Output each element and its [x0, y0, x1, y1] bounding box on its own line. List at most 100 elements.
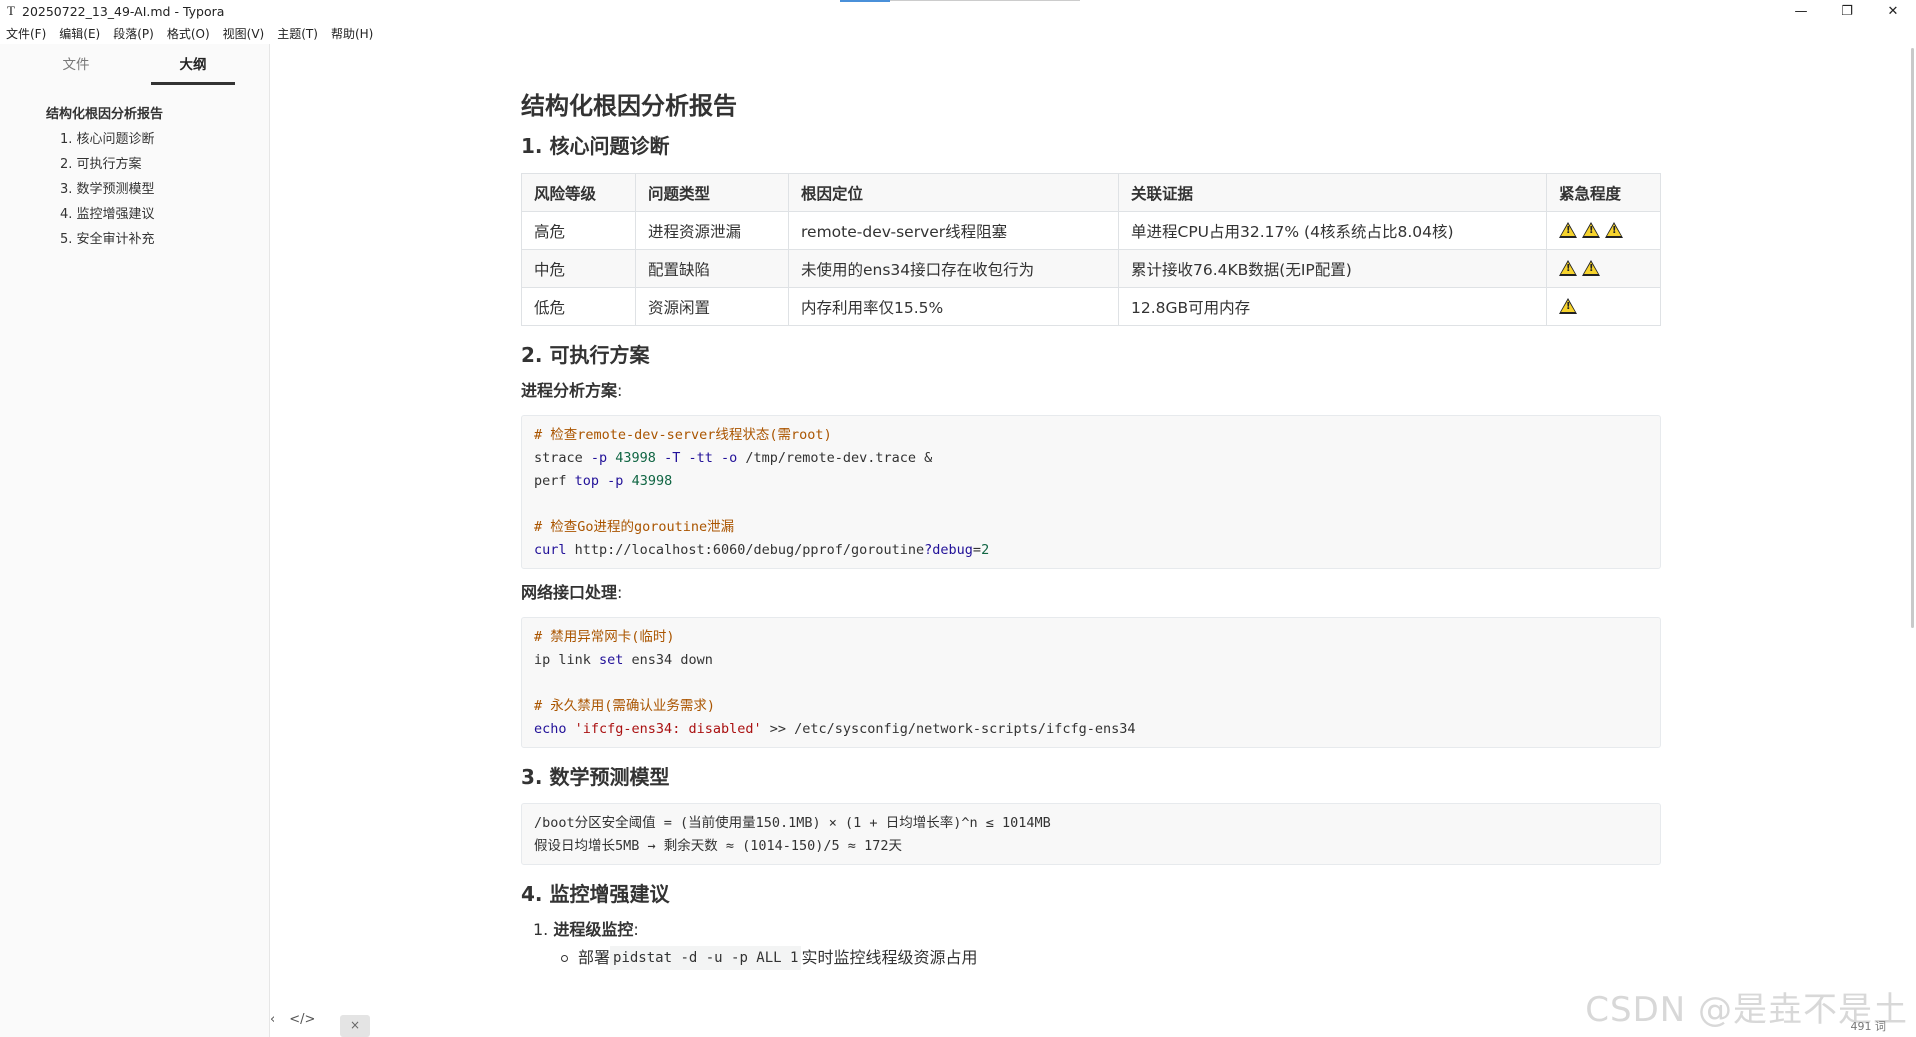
- list-text: 实时监控线程级资源占用: [801, 948, 978, 967]
- table-row: 低危 资源闲置 内存利用率仅15.5% 12.8GB可用内存: [521, 287, 1661, 326]
- typora-app-icon: T: [7, 3, 15, 18]
- warning-icon: [1605, 221, 1623, 238]
- menu-format[interactable]: 格式(O): [167, 25, 210, 42]
- menu-help[interactable]: 帮助(H): [331, 25, 373, 42]
- title-accent-line: [890, 0, 1080, 1]
- code-flag: -T -tt -o: [664, 450, 738, 466]
- close-button[interactable]: ✕: [1870, 0, 1916, 22]
- sidebar-tabs: 文件 大纲: [0, 54, 270, 88]
- source-code-icon[interactable]: </>: [289, 1012, 315, 1027]
- active-tab-indicator: [151, 82, 235, 85]
- table-cell: remote-dev-server线程阻塞: [788, 211, 1119, 250]
- menu-view[interactable]: 视图(V): [223, 25, 265, 42]
- sidebar-close-button[interactable]: ×: [340, 1015, 370, 1037]
- th-urgency: 紧急程度: [1546, 173, 1661, 212]
- table-cell: 中危: [521, 249, 636, 288]
- table-cell: 配置缺陷: [635, 249, 789, 288]
- colon: :: [617, 381, 623, 400]
- code-text: strace: [534, 450, 591, 466]
- maximize-button[interactable]: ❐: [1824, 0, 1870, 22]
- warning-icon: [1582, 259, 1600, 276]
- table-cell: 12.8GB可用内存: [1118, 287, 1547, 326]
- code-text: >> /etc/sysconfig/network-scripts/ifcfg-…: [761, 721, 1136, 737]
- code-comment: # 检查Go进程的goroutine泄漏: [534, 519, 735, 535]
- table-cell: 资源闲置: [635, 287, 789, 326]
- heading-monitor: 4. 监控增强建议: [521, 882, 670, 906]
- proc-plan-label: 进程分析方案: [521, 381, 618, 400]
- outline-item-monitor[interactable]: 4. 监控增强建议: [0, 202, 270, 227]
- proc-plan-paragraph: 进程分析方案:: [521, 379, 1661, 403]
- code-block-process[interactable]: # 检查remote-dev-server线程状态(需root) strace …: [521, 415, 1661, 569]
- word-count[interactable]: 491 词: [1851, 1018, 1887, 1034]
- outline-list: 结构化根因分析报告 1. 核心问题诊断 2. 可执行方案 3. 数学预测模型 4…: [0, 102, 270, 252]
- title-bar: T 20250722_13_49-AI.md - Typora: [0, 0, 1916, 22]
- outline-item-plan[interactable]: 2. 可执行方案: [0, 152, 270, 177]
- table-cell: 高危: [521, 211, 636, 250]
- scrollbar-thumb[interactable]: [1911, 48, 1914, 628]
- math-block[interactable]: /boot分区安全阈值 = (当前使用量150.1MB) × (1 + 日均增长…: [521, 803, 1661, 865]
- warning-icon: [1582, 221, 1600, 238]
- code-string: 'ifcfg-ens34: disabled': [574, 721, 762, 737]
- table-cell: 内存利用率仅15.5%: [788, 287, 1119, 326]
- menu-paragraph[interactable]: 段落(P): [113, 25, 154, 42]
- table-cell: 累计接收76.4KB数据(无IP配置): [1118, 249, 1547, 288]
- list-text: 部署: [578, 948, 611, 967]
- table-row: 高危 进程资源泄漏 remote-dev-server线程阻塞 单进程CPU占用…: [521, 211, 1661, 250]
- code-number: 43998: [623, 473, 673, 489]
- code-text: http://localhost:6060/debug/pprof/gorout…: [566, 542, 925, 558]
- outline-item-security[interactable]: 5. 安全审计补充: [0, 227, 270, 252]
- sidebar-footer: ‹ </>: [270, 1012, 329, 1027]
- heading-diagnosis: 1. 核心问题诊断: [521, 134, 670, 158]
- menu-theme[interactable]: 主题(T): [277, 25, 318, 42]
- colon: :: [633, 920, 639, 939]
- outline-item-math[interactable]: 3. 数学预测模型: [0, 177, 270, 202]
- code-keyword: curl: [534, 542, 567, 558]
- table-row: 中危 配置缺陷 未使用的ens34接口存在收包行为 累计接收76.4KB数据(无…: [521, 249, 1661, 288]
- code-flag: -p: [607, 473, 624, 489]
- table-header-row: 风险等级 问题类型 根因定位 关联证据 紧急程度: [521, 173, 1661, 212]
- chevron-left-icon[interactable]: ‹: [270, 1012, 275, 1027]
- code-block-network[interactable]: # 禁用异常网卡(临时) ip link set ens34 down # 永久…: [521, 617, 1661, 748]
- net-plan-paragraph: 网络接口处理:: [521, 581, 1661, 605]
- th-evidence: 关联证据: [1118, 173, 1547, 212]
- tab-files[interactable]: 文件: [34, 54, 118, 88]
- code-keyword: echo: [534, 721, 567, 737]
- code-text: =: [972, 542, 982, 558]
- list-number: 1.: [533, 920, 554, 939]
- inline-code: pidstat -d -u -p ALL 1: [610, 946, 802, 970]
- math-line: 假设日均增长5MB → 剩余天数 ≈ (1014-150)/5 ≈ 172天: [534, 838, 902, 854]
- net-plan-label: 网络接口处理: [521, 583, 618, 602]
- urgency-cell: [1546, 211, 1661, 250]
- list-item-label: 进程级监控: [553, 920, 634, 939]
- heading-math: 3. 数学预测模型: [521, 765, 670, 789]
- minimize-button[interactable]: —: [1778, 0, 1824, 22]
- table-cell: 低危: [521, 287, 636, 326]
- code-text: /tmp/remote-dev.trace &: [737, 450, 933, 466]
- code-keyword: set: [599, 652, 624, 668]
- table-cell: 未使用的ens34接口存在收包行为: [788, 249, 1119, 288]
- code-comment: # 禁用异常网卡(临时): [534, 629, 675, 645]
- outline-item-title[interactable]: 结构化根因分析报告: [0, 102, 270, 127]
- warning-icon: [1559, 259, 1577, 276]
- outline-item-diagnosis[interactable]: 1. 核心问题诊断: [0, 127, 270, 152]
- code-flag: -p: [590, 450, 608, 466]
- math-line: /boot分区安全阈值 = (当前使用量150.1MB) × (1 + 日均增长…: [534, 815, 1051, 831]
- th-risk-level: 风险等级: [521, 173, 636, 212]
- title-accent-bar: [840, 0, 890, 2]
- menu-bar: 文件(F) 编辑(E) 段落(P) 格式(O) 视图(V) 主题(T) 帮助(H…: [0, 22, 386, 44]
- code-text: perf: [534, 473, 575, 489]
- sidebar: 文件 大纲 结构化根因分析报告 1. 核心问题诊断 2. 可执行方案 3. 数学…: [0, 44, 270, 1037]
- editor-content[interactable]: 结构化根因分析报告 1. 核心问题诊断 风险等级 问题类型 根因定位 关联证据 …: [521, 88, 1661, 970]
- th-issue-type: 问题类型: [635, 173, 789, 212]
- doc-title: 结构化根因分析报告: [521, 92, 737, 120]
- menu-file[interactable]: 文件(F): [6, 25, 46, 42]
- window-title: 20250722_13_49-AI.md - Typora: [22, 3, 225, 19]
- menu-edit[interactable]: 编辑(E): [59, 25, 100, 42]
- warning-icon: [1559, 297, 1577, 314]
- code-comment: # 永久禁用(需确认业务需求): [534, 698, 716, 714]
- code-param: ?debug: [924, 542, 973, 558]
- heading-plan: 2. 可执行方案: [521, 343, 650, 367]
- code-text: ens34 down: [623, 652, 713, 668]
